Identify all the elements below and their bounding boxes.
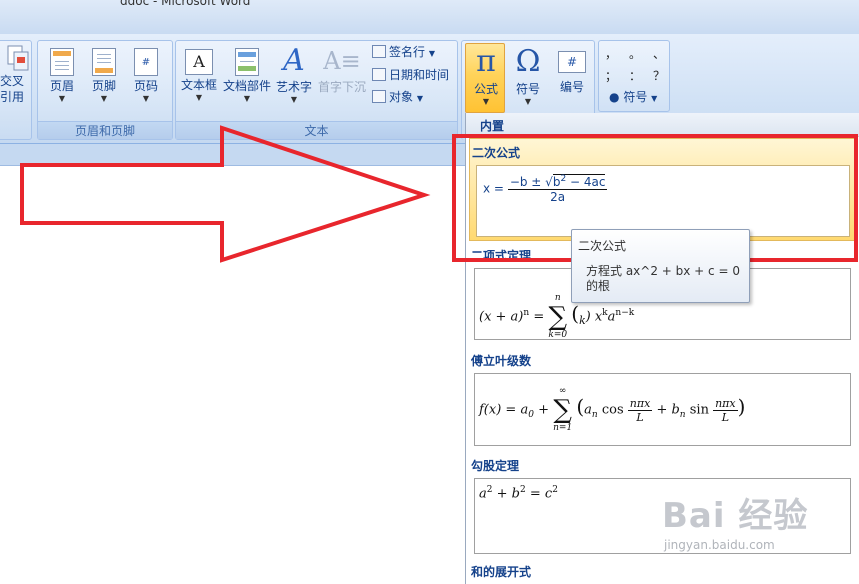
number-icon: # <box>558 51 586 73</box>
chevron-down-icon: ▼ <box>58 94 66 103</box>
equation-button[interactable]: π 公式 ▼ <box>466 45 506 107</box>
pythagorean-formula: a2 + b2 = c2 <box>479 485 558 502</box>
page-number-label: 页码 <box>133 79 158 93</box>
object-icon <box>372 90 386 103</box>
chevron-down-icon: ▼ <box>524 97 532 106</box>
omega-icon: Ω <box>515 44 541 79</box>
text-box-label: 文本框 <box>180 78 217 92</box>
object-button[interactable]: 对象 ▼ <box>372 89 423 107</box>
quick-parts-label: 文档部件 <box>222 79 271 93</box>
special-symbol-label: 符号 <box>623 90 648 104</box>
number-label: 编号 <box>559 80 584 94</box>
page-number-button[interactable]: # 页码 ▼ <box>128 45 164 104</box>
cross-reference-icon <box>7 45 29 71</box>
wordart-button[interactable]: A 艺术字 ▼ <box>274 45 314 105</box>
drop-cap-label: 首字下沉 <box>317 80 366 94</box>
semicolon-char[interactable]: ； <box>605 67 617 84</box>
equation-label: 公式 <box>473 82 498 96</box>
pi-icon: π <box>476 44 496 79</box>
watermark-url: jingyan.baidu.com <box>664 538 775 552</box>
comma-char[interactable]: ， <box>605 45 617 62</box>
tooltip-description: 方程式 ax^2 + bx + c = 0 的根 <box>586 264 740 293</box>
title-bar: ddoc - Microsoft Word <box>0 0 859 34</box>
footer-button[interactable]: 页脚 ▼ <box>86 45 122 104</box>
number-button[interactable]: # 编号 <box>552 45 592 95</box>
signature-line-icon <box>372 45 386 58</box>
signature-line-label: 签名行 <box>389 45 426 59</box>
header-icon <box>50 48 74 76</box>
object-label: 对象 <box>389 90 414 104</box>
special-symbol-button[interactable]: ● 符号 ▼ <box>609 89 657 107</box>
chevron-down-icon: ▼ <box>142 94 150 103</box>
drop-cap-icon: A≡ <box>323 47 361 75</box>
sum-expansion-label: 和的展开式 <box>471 565 532 579</box>
chevron-down-icon: ▼ <box>428 49 435 58</box>
chevron-down-icon: ▼ <box>243 94 251 103</box>
footer-label: 页脚 <box>91 79 116 93</box>
cross-reference-button[interactable]: 交叉 引用 <box>0 45 29 105</box>
question-char[interactable]: ？ <box>653 67 665 84</box>
calendar-icon <box>372 68 386 81</box>
symbol-label: 符号 <box>515 82 540 96</box>
bullet-icon: ● <box>609 90 620 104</box>
signature-line-button[interactable]: 签名行 ▼ <box>372 44 435 62</box>
header-label: 页眉 <box>49 79 74 93</box>
wordart-label: 艺术字 <box>275 80 312 94</box>
footer-icon <box>92 48 116 76</box>
baidu-watermark: Bai 经验 jingyan.baidu.com <box>662 488 809 552</box>
special-chars-group: ， 。 、 ； ： ？ ● 符号 ▼ <box>598 40 670 112</box>
date-time-button[interactable]: 日期和时间 <box>372 67 449 83</box>
header-button[interactable]: 页眉 ▼ <box>44 45 80 104</box>
enum-comma-char[interactable]: 、 <box>653 45 665 62</box>
text-box-button[interactable]: A 文本框 ▼ <box>179 45 219 103</box>
pythagorean-label: 勾股定理 <box>471 459 520 473</box>
chevron-down-icon: ▼ <box>100 94 108 103</box>
quick-parts-icon <box>235 48 259 76</box>
chevron-down-icon: ▼ <box>651 94 658 103</box>
cross-reference-label-1: 交叉 <box>0 74 24 88</box>
fourier-label: 傅立叶级数 <box>471 354 532 368</box>
wordart-icon: A <box>283 43 305 78</box>
tooltip-title: 二次公式 <box>578 239 627 253</box>
chevron-down-icon: ▼ <box>416 94 423 103</box>
fourier-formula: f(x) = a0 + ∞ ∑ n=1 (an cos nπx L + bn si… <box>479 386 746 433</box>
gallery-item-fourier[interactable]: f(x) = a0 + ∞ ∑ n=1 (an cos nπx L + bn si… <box>474 373 851 446</box>
period-char[interactable]: 。 <box>629 45 641 62</box>
special-chars-row-2: ； ： ？ <box>605 67 665 84</box>
drop-cap-button: A≡ 首字下沉 <box>316 45 368 95</box>
symbol-button[interactable]: Ω 符号 ▼ <box>508 45 548 107</box>
window-title: ddoc - Microsoft Word <box>120 0 251 8</box>
chevron-down-icon: ▼ <box>290 95 298 104</box>
cross-reference-label-2: 引用 <box>0 90 24 104</box>
page-number-icon: # <box>134 48 158 76</box>
quick-parts-button[interactable]: 文档部件 ▼ <box>221 45 273 104</box>
red-arrow-annotation <box>20 125 431 263</box>
date-time-label: 日期和时间 <box>389 68 450 82</box>
chevron-down-icon: ▼ <box>195 93 203 102</box>
chevron-down-icon: ▼ <box>482 97 490 106</box>
tooltip: 二次公式 方程式 ax^2 + bx + c = 0 的根 <box>571 229 750 303</box>
text-box-icon: A <box>185 49 213 75</box>
special-chars-row-1: ， 。 、 <box>605 45 665 62</box>
colon-char[interactable]: ： <box>629 67 641 84</box>
watermark-logo: Bai 经验 <box>662 496 809 536</box>
